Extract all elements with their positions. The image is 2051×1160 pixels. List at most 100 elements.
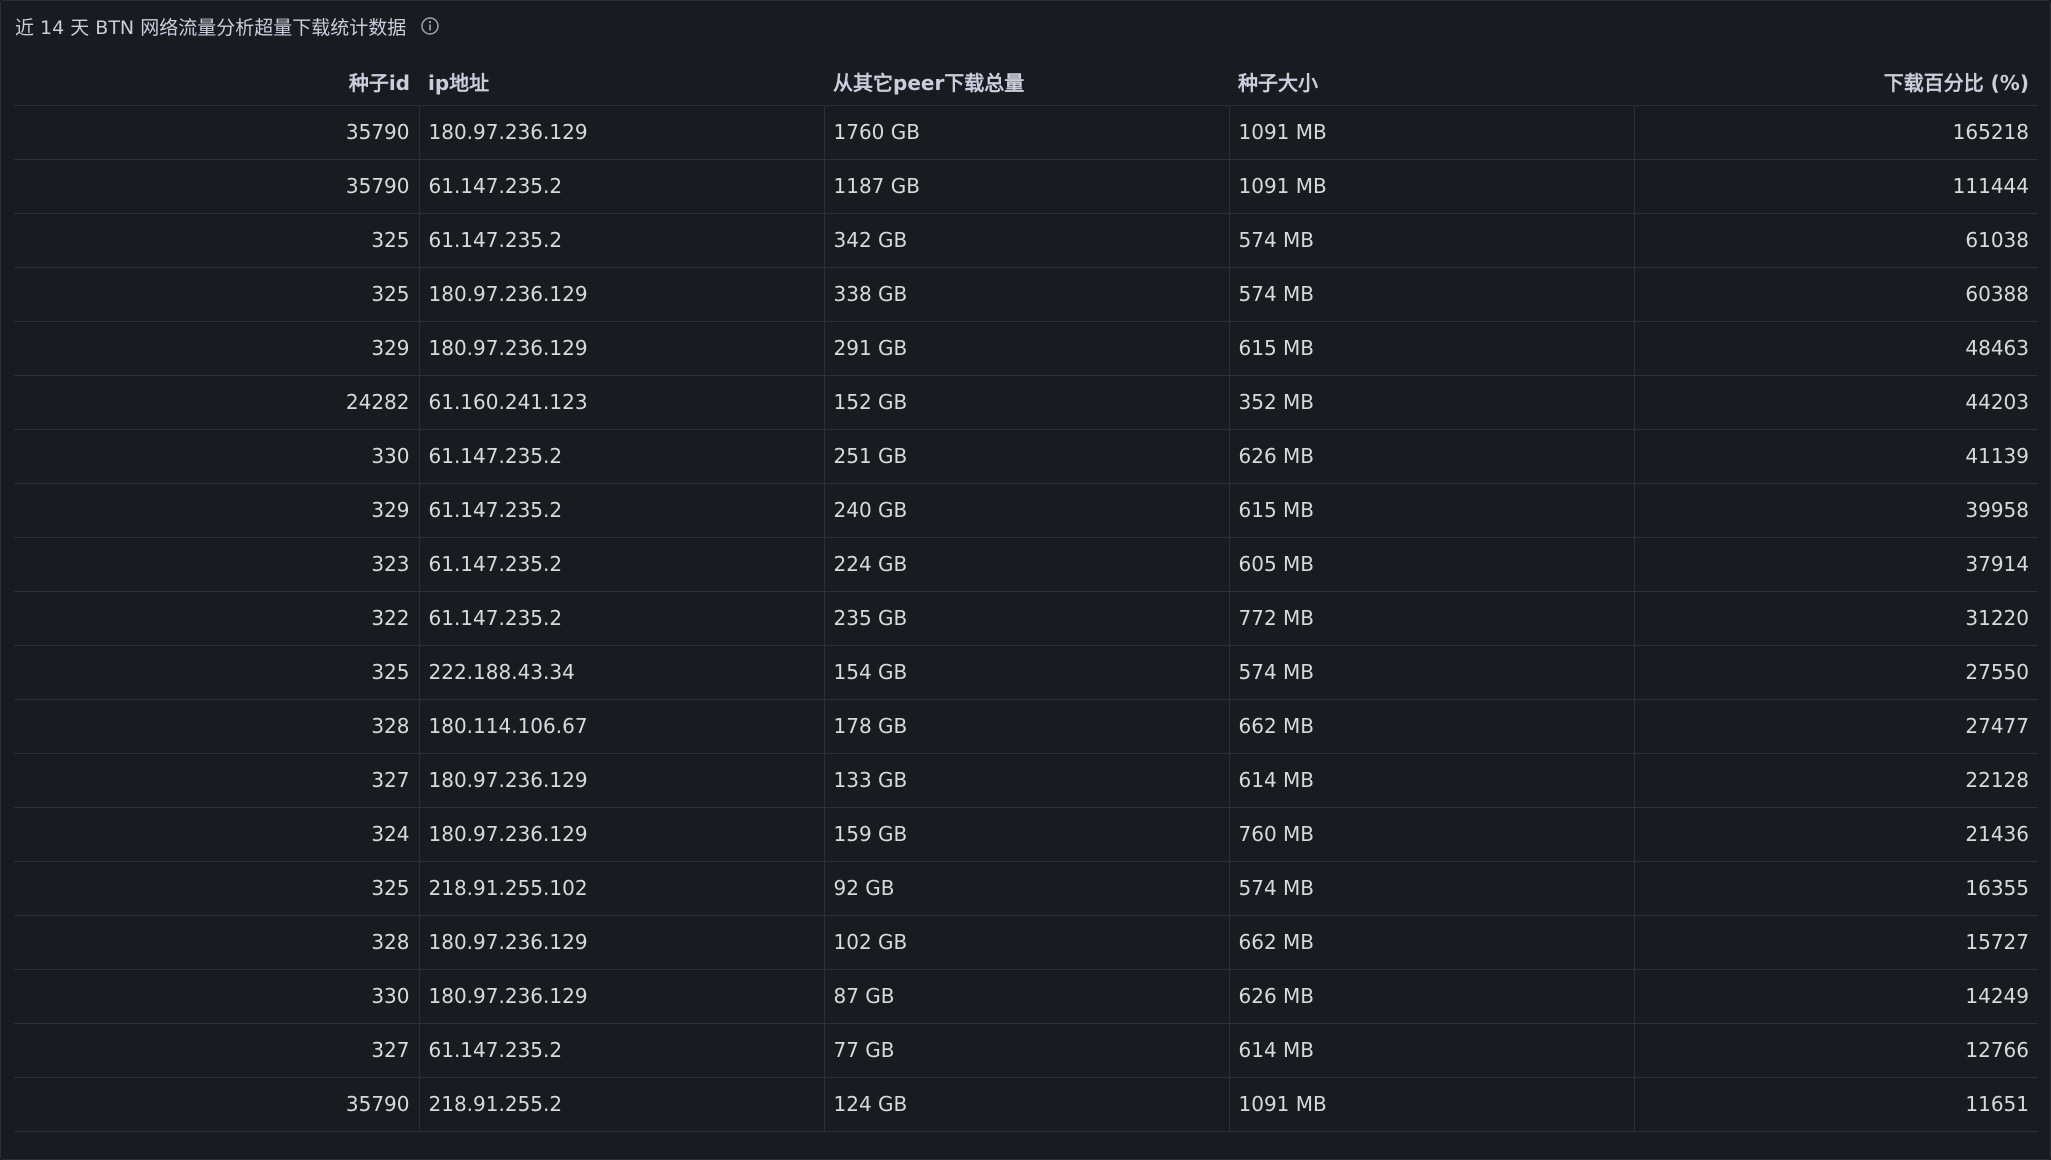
table-row[interactable]: 330 61.147.235.2 251 GB 626 MB 41139 xyxy=(14,429,2038,484)
cell-torrent-id: 325 xyxy=(14,861,419,916)
cell-ip-address: 61.147.235.2 xyxy=(418,537,824,592)
table-row[interactable]: 35790 180.97.236.129 1760 GB 1091 MB 165218 xyxy=(14,105,2038,160)
table-row[interactable]: 324 180.97.236.129 159 GB 760 MB 21436 xyxy=(14,807,2038,862)
cell-download-percent: 14249 xyxy=(1633,969,2038,1024)
cell-ip-address: 61.160.241.123 xyxy=(418,375,824,430)
cell-download-percent: 165218 xyxy=(1633,105,2038,160)
cell-ip-address: 218.91.255.2 xyxy=(418,1077,824,1132)
cell-torrent-id: 330 xyxy=(14,969,419,1024)
cell-ip-address: 180.97.236.129 xyxy=(418,267,824,322)
cell-ip-address: 222.188.43.34 xyxy=(418,645,824,700)
cell-ip-address: 180.97.236.129 xyxy=(418,321,824,376)
table-row[interactable]: 328 180.114.106.67 178 GB 662 MB 27477 xyxy=(14,699,2038,754)
table-row[interactable]: 329 61.147.235.2 240 GB 615 MB 39958 xyxy=(14,483,2038,538)
cell-downloaded-total: 1760 GB xyxy=(823,105,1229,160)
cell-torrent-size: 626 MB xyxy=(1228,969,1634,1024)
cell-torrent-size: 574 MB xyxy=(1228,213,1634,268)
cell-torrent-size: 662 MB xyxy=(1228,915,1634,970)
column-header-downloaded-total[interactable]: 从其它peer下载总量 xyxy=(824,59,1229,106)
table-row[interactable]: 330 180.97.236.129 87 GB 626 MB 14249 xyxy=(14,969,2038,1024)
cell-ip-address: 61.147.235.2 xyxy=(418,1023,824,1078)
table-row[interactable]: 329 180.97.236.129 291 GB 615 MB 48463 xyxy=(14,321,2038,376)
cell-downloaded-total: 1187 GB xyxy=(823,159,1229,214)
cell-torrent-size: 1091 MB xyxy=(1228,105,1634,160)
cell-ip-address: 218.91.255.102 xyxy=(418,861,824,916)
table-row[interactable]: 325 218.91.255.102 92 GB 574 MB 16355 xyxy=(14,861,2038,916)
cell-torrent-id: 329 xyxy=(14,321,419,376)
table-row[interactable]: 35790 61.147.235.2 1187 GB 1091 MB 111444 xyxy=(14,159,2038,214)
cell-ip-address: 180.97.236.129 xyxy=(418,969,824,1024)
cell-torrent-id: 325 xyxy=(14,645,419,700)
cell-downloaded-total: 87 GB xyxy=(823,969,1229,1024)
table-header-row: 种子id ip地址 从其它peer下载总量 种子大小 下载百分比 (%) xyxy=(14,59,2038,106)
cell-download-percent: 44203 xyxy=(1633,375,2038,430)
table-row[interactable]: 325 180.97.236.129 338 GB 574 MB 60388 xyxy=(14,267,2038,322)
cell-download-percent: 37914 xyxy=(1633,537,2038,592)
cell-download-percent: 48463 xyxy=(1633,321,2038,376)
cell-downloaded-total: 291 GB xyxy=(823,321,1229,376)
cell-downloaded-total: 102 GB xyxy=(823,915,1229,970)
cell-torrent-size: 760 MB xyxy=(1228,807,1634,862)
cell-downloaded-total: 133 GB xyxy=(823,753,1229,808)
cell-downloaded-total: 159 GB xyxy=(823,807,1229,862)
cell-downloaded-total: 338 GB xyxy=(823,267,1229,322)
cell-downloaded-total: 178 GB xyxy=(823,699,1229,754)
info-circle-icon[interactable] xyxy=(420,16,440,36)
cell-download-percent: 111444 xyxy=(1633,159,2038,214)
cell-torrent-size: 614 MB xyxy=(1228,753,1634,808)
cell-torrent-size: 605 MB xyxy=(1228,537,1634,592)
cell-ip-address: 61.147.235.2 xyxy=(418,591,824,646)
cell-torrent-id: 329 xyxy=(14,483,419,538)
table-row[interactable]: 325 61.147.235.2 342 GB 574 MB 61038 xyxy=(14,213,2038,268)
table-row[interactable]: 322 61.147.235.2 235 GB 772 MB 31220 xyxy=(14,591,2038,646)
cell-download-percent: 11651 xyxy=(1633,1077,2038,1132)
table-row[interactable]: 328 180.97.236.129 102 GB 662 MB 15727 xyxy=(14,915,2038,970)
cell-download-percent: 27550 xyxy=(1633,645,2038,700)
column-header-download-percent[interactable]: 下载百分比 (%) xyxy=(1634,59,2038,106)
cell-ip-address: 61.147.235.2 xyxy=(418,483,824,538)
cell-torrent-id: 35790 xyxy=(14,105,419,160)
cell-ip-address: 180.114.106.67 xyxy=(418,699,824,754)
cell-torrent-id: 325 xyxy=(14,213,419,268)
table-row[interactable]: 327 61.147.235.2 77 GB 614 MB 12766 xyxy=(14,1023,2038,1078)
cell-download-percent: 12766 xyxy=(1633,1023,2038,1078)
cell-torrent-id: 35790 xyxy=(14,1077,419,1132)
cell-torrent-size: 615 MB xyxy=(1228,321,1634,376)
cell-torrent-id: 324 xyxy=(14,807,419,862)
cell-torrent-size: 772 MB xyxy=(1228,591,1634,646)
cell-torrent-size: 574 MB xyxy=(1228,645,1634,700)
table-row[interactable]: 35790 218.91.255.2 124 GB 1091 MB 11651 xyxy=(14,1077,2038,1132)
table-row[interactable]: 323 61.147.235.2 224 GB 605 MB 37914 xyxy=(14,537,2038,592)
table-row[interactable]: 327 180.97.236.129 133 GB 614 MB 22128 xyxy=(14,753,2038,808)
cell-torrent-id: 330 xyxy=(14,429,419,484)
cell-downloaded-total: 92 GB xyxy=(823,861,1229,916)
table-row[interactable]: 325 222.188.43.34 154 GB 574 MB 27550 xyxy=(14,645,2038,700)
cell-torrent-size: 574 MB xyxy=(1228,861,1634,916)
table-panel: 近 14 天 BTN 网络流量分析超量下载统计数据 种子id ip地址 从其它pee… xyxy=(0,0,2051,1160)
cell-torrent-size: 614 MB xyxy=(1228,1023,1634,1078)
data-table-container[interactable]: 种子id ip地址 从其它peer下载总量 种子大小 下载百分比 (%) 35790 18… xyxy=(14,59,2038,1139)
cell-torrent-id: 24282 xyxy=(14,375,419,430)
panel-header: 近 14 天 BTN 网络流量分析超量下载统计数据 xyxy=(15,9,440,43)
cell-ip-address: 180.97.236.129 xyxy=(418,105,824,160)
cell-torrent-id: 328 xyxy=(14,699,419,754)
table-body: 35790 180.97.236.129 1760 GB 1091 MB 165218 3… xyxy=(14,105,2038,1132)
cell-downloaded-total: 251 GB xyxy=(823,429,1229,484)
cell-torrent-size: 352 MB xyxy=(1228,375,1634,430)
table-row[interactable]: 24282 61.160.241.123 152 GB 352 MB 44203 xyxy=(14,375,2038,430)
cell-torrent-id: 325 xyxy=(14,267,419,322)
cell-download-percent: 61038 xyxy=(1633,213,2038,268)
cell-ip-address: 180.97.236.129 xyxy=(418,915,824,970)
cell-torrent-size: 662 MB xyxy=(1228,699,1634,754)
cell-torrent-id: 328 xyxy=(14,915,419,970)
cell-torrent-size: 626 MB xyxy=(1228,429,1634,484)
cell-ip-address: 180.97.236.129 xyxy=(418,753,824,808)
cell-download-percent: 39958 xyxy=(1633,483,2038,538)
column-header-torrent-id[interactable]: 种子id xyxy=(14,59,419,106)
cell-downloaded-total: 235 GB xyxy=(823,591,1229,646)
panel-title: 近 14 天 BTN 网络流量分析超量下载统计数据 xyxy=(15,16,407,39)
cell-downloaded-total: 152 GB xyxy=(823,375,1229,430)
cell-ip-address: 180.97.236.129 xyxy=(418,807,824,862)
column-header-ip-address[interactable]: ip地址 xyxy=(419,59,824,106)
column-header-torrent-size[interactable]: 种子大小 xyxy=(1229,59,1634,106)
